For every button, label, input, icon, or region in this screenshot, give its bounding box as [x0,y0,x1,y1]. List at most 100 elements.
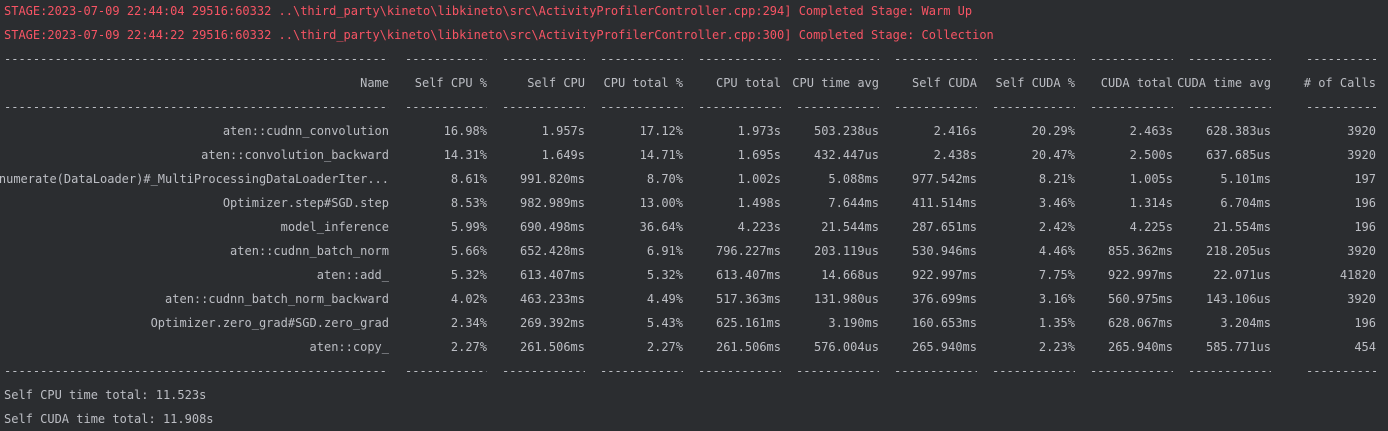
cell-cpu-total-pct: 5.32% [646,268,683,282]
table-row: enumerate(DataLoader)#_MultiProcessingDa… [0,167,1388,191]
cell-cpu-total-pct: 8.70% [646,172,683,186]
table-row: model_inference 5.99% 690.498ms 36.64% 4.223… [0,215,1388,239]
cell-cpu-total: 625.161ms [715,316,781,330]
table-row: aten::copy_ 2.27% 261.506ms 2.27% 261.506ms 5… [0,335,1388,359]
column-header-num-calls: # of Calls [1303,76,1376,90]
table-row: aten::cudnn_batch_norm 5.66% 652.428ms 6.91… [0,239,1388,263]
table-row: aten::cudnn_batch_norm_backward 4.02% 463.… [0,287,1388,311]
cell-self-cpu: 991.820ms [519,172,585,186]
separator-dashes: ----------------------------------------… [1188,52,1271,66]
cell-name: aten::cudnn_batch_norm_backward [165,292,389,306]
cell-cuda-total: 265.940ms [1107,340,1173,354]
cell-cuda-total: 1.314s [1129,196,1173,210]
cell-num-calls: 196 [1354,316,1376,330]
column-header-cuda-total: CUDA total [1100,76,1173,90]
cell-num-calls: 454 [1354,340,1376,354]
separator-dashes: ----------------------------------------… [698,52,781,66]
cell-self-cuda: 977.542ms [911,172,977,186]
separator-dashes: ----------------------------------------… [405,52,487,66]
cell-cpu-total: 4.223s [737,220,781,234]
cell-cpu-total-pct: 4.49% [646,292,683,306]
cell-cuda-time-avg: 21.554ms [1213,220,1271,234]
separator-dashes: ----------------------------------------… [4,52,389,66]
cell-self-cuda-pct: 20.29% [1031,124,1075,138]
cell-cpu-time-avg: 5.088ms [828,172,879,186]
separator-dashes: ----------------------------------------… [698,364,781,378]
cell-cuda-total: 1.005s [1129,172,1173,186]
table-row: aten::convolution_backward 14.31% 1.649s 14… [0,143,1388,167]
column-header-cuda-time-avg: CUDA time avg [1177,76,1271,90]
separator-dashes: ----------------------------------------… [600,52,683,66]
cell-cpu-total: 613.407ms [715,268,781,282]
separator-dashes: ----------------------------------------… [1188,100,1271,114]
column-header-self-cpu: Self CPU [527,76,585,90]
separator-dashes: ----------------------------------------… [1090,100,1173,114]
cell-self-cpu: 982.989ms [519,196,585,210]
separator-dashes: ----------------------------------------… [502,364,585,378]
cell-cpu-time-avg: 14.668us [821,268,879,282]
cell-cuda-time-avg: 585.771us [1205,340,1271,354]
cell-self-cuda-pct: 4.46% [1038,244,1075,258]
cell-num-calls: 197 [1354,172,1376,186]
separator-dashes: ----------------------------------------… [698,100,781,114]
cell-self-cuda-pct: 3.16% [1038,292,1075,306]
cell-cpu-time-avg: 432.447us [813,148,879,162]
cell-cpu-total: 1.002s [737,172,781,186]
cell-cuda-time-avg: 5.101ms [1220,172,1271,186]
cell-cuda-total: 2.500s [1129,148,1173,162]
separator-dashes: ----------------------------------------… [4,100,389,114]
cell-self-cpu: 690.498ms [519,220,585,234]
cell-self-cuda-pct: 20.47% [1031,148,1075,162]
cell-self-cuda-pct: 1.35% [1038,316,1075,330]
cell-cpu-total: 517.363ms [715,292,781,306]
table-separator-top: ----------------------------------------… [0,47,1388,71]
cell-name: model_inference [280,220,389,234]
cell-cuda-time-avg: 22.071us [1213,268,1271,282]
cell-self-cuda: 922.997ms [911,268,977,282]
separator-dashes: ----------------------------------------… [405,100,487,114]
column-header-self-cuda: Self CUDA [911,76,977,90]
cell-self-cuda: 2.438s [933,148,977,162]
separator-dashes: ----------------------------------------… [1188,364,1271,378]
cell-self-cuda: 160.653ms [911,316,977,330]
cell-self-cpu-pct: 8.61% [450,172,487,186]
separator-dashes: ----------------------------------------… [600,100,683,114]
cell-self-cpu-pct: 4.02% [450,292,487,306]
separator-dashes: ----------------------------------------… [600,364,683,378]
cell-cuda-total: 855.362ms [1107,244,1173,258]
cell-cuda-time-avg: 3.204ms [1220,316,1271,330]
table-row: aten::cudnn_convolution 16.98% 1.957s 17.12… [0,119,1388,143]
separator-dashes: ----------------------------------------… [4,364,389,378]
cell-cpu-time-avg: 7.644ms [828,196,879,210]
cell-cuda-total: 922.997ms [1107,268,1173,282]
table-row: Optimizer.step#SGD.step 8.53% 982.989ms 13.… [0,191,1388,215]
cell-num-calls: 3920 [1347,292,1376,306]
cell-name: Optimizer.zero_grad#SGD.zero_grad [150,316,389,330]
cell-cpu-total-pct: 14.71% [639,148,683,162]
separator-dashes: ----------------------------------------… [796,364,879,378]
cell-self-cpu-pct: 16.98% [443,124,487,138]
separator-dashes: ----------------------------------------… [1306,52,1376,66]
cell-name: aten::cudnn_convolution [222,124,389,138]
self-cpu-time-total: Self CPU time total: 11.523s [4,388,207,402]
separator-dashes: ----------------------------------------… [992,364,1075,378]
cell-self-cuda: 376.699ms [911,292,977,306]
cell-self-cpu-pct: 5.32% [450,268,487,282]
stage-line-warmup: STAGE:2023-07-09 22:44:04 29516:60332 ..… [4,4,973,18]
cell-name: aten::add_ [316,268,389,282]
cell-num-calls: 196 [1354,196,1376,210]
cell-cuda-time-avg: 6.704ms [1220,196,1271,210]
cell-self-cpu-pct: 2.34% [450,316,487,330]
cell-num-calls: 3920 [1347,244,1376,258]
separator-dashes: ----------------------------------------… [1090,364,1173,378]
separator-dashes: ----------------------------------------… [992,52,1075,66]
cell-num-calls: 196 [1354,220,1376,234]
cell-self-cpu-pct: 2.27% [450,340,487,354]
cell-self-cuda-pct: 2.42% [1038,220,1075,234]
cell-self-cpu-pct: 8.53% [450,196,487,210]
cell-self-cpu-pct: 14.31% [443,148,487,162]
separator-dashes: ----------------------------------------… [405,364,487,378]
cell-self-cuda: 411.514ms [911,196,977,210]
cell-cpu-total: 1.498s [737,196,781,210]
separator-dashes: ----------------------------------------… [894,100,977,114]
